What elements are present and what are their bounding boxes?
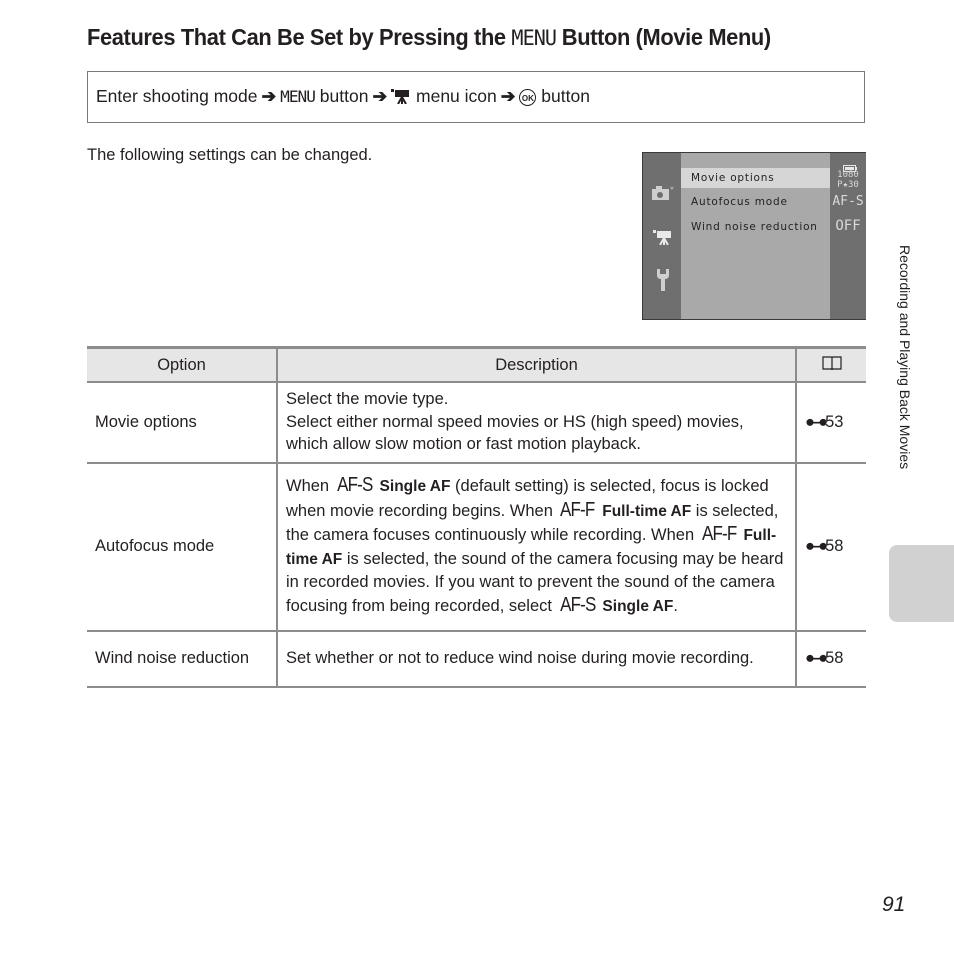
camera-menu-item-autofocus-mode[interactable]: Autofocus mode (681, 192, 830, 212)
single-af-label: Single AF (375, 478, 451, 495)
navigation-path: Enter shooting mode ➔ MENU button ➔ menu ic… (96, 86, 590, 107)
reference-cell: ●–●58 (795, 462, 866, 632)
autofocus-mode-value: AF-S (832, 194, 864, 209)
description-cell: Set whether or not to reduce wind noise … (276, 630, 796, 688)
description-cell: Select the movie type. Select either norm… (276, 382, 796, 464)
arrow-icon: ➔ (372, 86, 388, 106)
navigation-path-box: Enter shooting mode ➔ MENU button ➔ menu ic… (87, 71, 865, 123)
wind-noise-reduction-value: OFF (835, 218, 861, 234)
af-f-icon: AF-F (560, 498, 596, 521)
title-text: Features That Can Be Set by Pressing the (87, 24, 512, 50)
menu-button-glyph: MENU (280, 87, 316, 106)
intro-text: The following settings can be changed. (87, 146, 373, 164)
wrench-icon (656, 269, 670, 296)
arrow-icon: ➔ (500, 86, 516, 106)
description-text: . (673, 596, 678, 615)
description-cell: When AF-S Single AF (default setting) is… (276, 462, 796, 632)
nav-step-ok: button (536, 86, 590, 106)
camera-icon (652, 185, 674, 206)
reference-section-icon: ●–● (805, 412, 828, 431)
reference-section-icon: ●–● (805, 537, 828, 555)
reference-page: 58 (825, 537, 844, 555)
single-af-label: Single AF (598, 597, 674, 615)
reference-page: 58 (825, 649, 844, 667)
ok-button-icon: OK (519, 89, 537, 106)
option-cell: Wind noise reduction (87, 630, 277, 688)
header-description: Description (276, 346, 796, 383)
option-cell: Movie options (87, 382, 277, 464)
camera-menu-values: 1080 P★30 AF-S OFF (830, 153, 866, 319)
full-time-af-label: Full-time AF (597, 502, 692, 520)
book-icon (795, 346, 866, 383)
reference-page: 53 (825, 412, 844, 431)
camera-screen-illustration: Movie options Autofocus mode Wind noise … (642, 152, 866, 320)
af-f-icon: AF-F (701, 523, 737, 545)
chapter-tab (889, 545, 954, 622)
reference-cell: ●–●53 (795, 382, 866, 464)
menu-button-glyph: MENU (511, 26, 557, 51)
table-row: Movie options Select the movie type. Sele… (87, 382, 866, 464)
header-option: Option (87, 346, 277, 383)
description-text: When (286, 477, 334, 495)
option-cell: Autofocus mode (87, 462, 277, 632)
page-number: 91 (882, 893, 906, 916)
camera-menu-item-wind-noise-reduction[interactable]: Wind noise reduction (681, 217, 830, 237)
settings-table: Option Description Movie options Select … (87, 346, 866, 688)
table-row: Wind noise reduction Set whether or not … (87, 630, 866, 688)
nav-step-shooting-mode: Enter shooting mode (96, 86, 258, 106)
table-row: Autofocus mode When AF-S Single AF (defa… (87, 462, 866, 632)
description-line: Select either normal speed movies or HS … (286, 412, 744, 454)
description-line: Select the movie type. (286, 390, 449, 408)
movie-options-value: 1080 P★30 (837, 170, 859, 190)
reference-section-icon: ●–● (805, 649, 828, 667)
page-title: Features That Can Be Set by Pressing the… (87, 24, 771, 51)
nav-step-menu: button (314, 86, 369, 106)
camera-menu-list: Movie options Autofocus mode Wind noise … (681, 153, 830, 319)
movie-camera-icon (391, 86, 411, 106)
description-text: is selected, the sound of the camera foc… (286, 549, 784, 615)
reference-cell: ●–●58 (795, 630, 866, 688)
nav-step-menu-icon: menu icon (411, 86, 497, 106)
af-s-icon: AF-S (559, 593, 596, 616)
camera-menu-item-movie-options[interactable]: Movie options (681, 168, 830, 188)
chapter-side-label: Recording and Playing Back Movies (897, 245, 913, 470)
title-text-end: Button (Movie Menu) (556, 24, 771, 50)
camera-menu-tabs (643, 153, 681, 319)
movie-camera-icon (653, 229, 673, 250)
table-header-row: Option Description (87, 346, 866, 383)
af-s-icon: AF-S (336, 474, 373, 496)
arrow-icon: ➔ (261, 86, 277, 106)
